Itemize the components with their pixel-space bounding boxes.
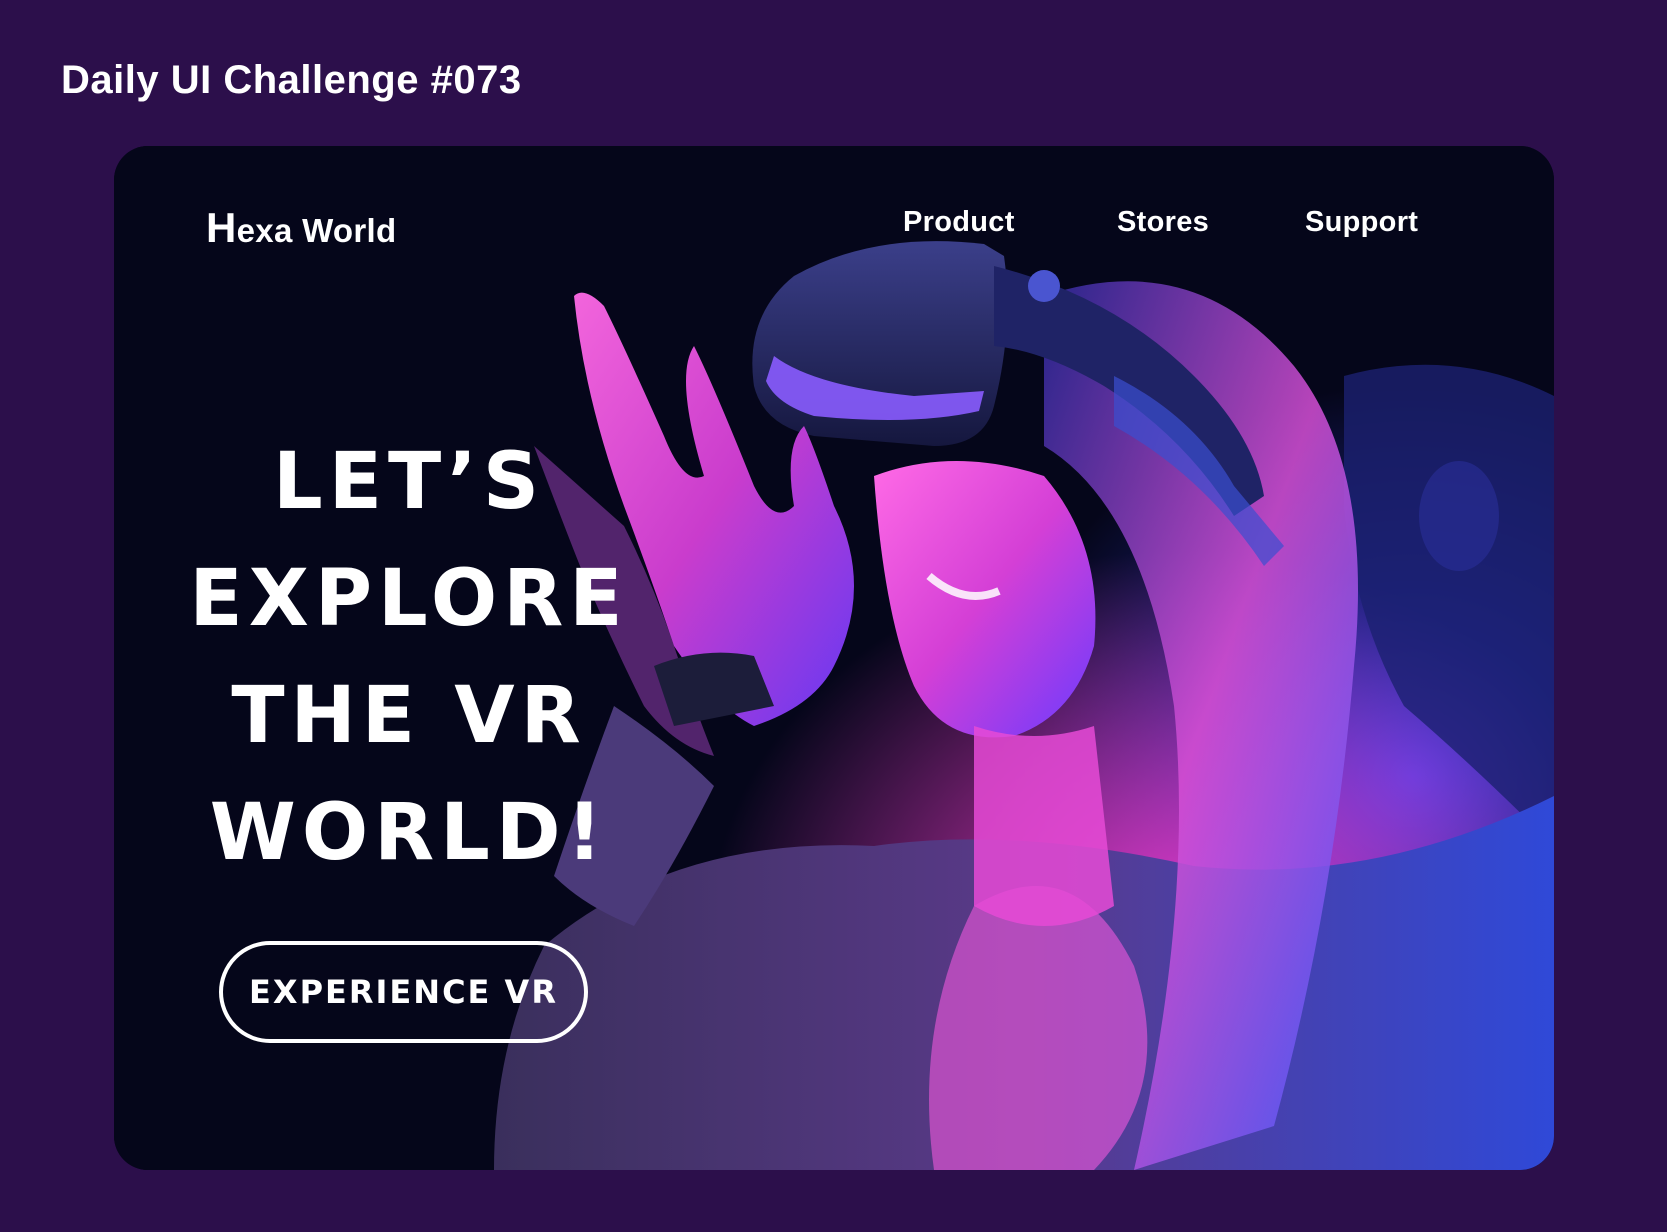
headline-line-2: EXPLORE: [189, 554, 629, 644]
logo-initial: H: [206, 204, 237, 251]
page-title: Daily UI Challenge #073: [61, 58, 522, 102]
headline-line-4: WORLD!: [209, 788, 609, 878]
headline-line-3: THE VR: [231, 671, 587, 761]
landing-card: Hexa World Product Stores Support LET’S …: [114, 146, 1554, 1170]
hero-headline: LET’S EXPLORE THE VR WORLD!: [174, 424, 644, 892]
headline-line-1: LET’S: [273, 437, 545, 527]
logo-text: exa World: [236, 212, 397, 249]
brand-logo[interactable]: Hexa World: [206, 204, 396, 252]
experience-vr-button[interactable]: EXPERIENCE VR: [219, 941, 588, 1043]
nav-link-stores[interactable]: Stores: [1117, 206, 1209, 239]
top-navbar: Hexa World Product Stores Support: [114, 146, 1554, 306]
nav-link-support[interactable]: Support: [1305, 206, 1418, 239]
nav-link-product[interactable]: Product: [903, 206, 1015, 239]
